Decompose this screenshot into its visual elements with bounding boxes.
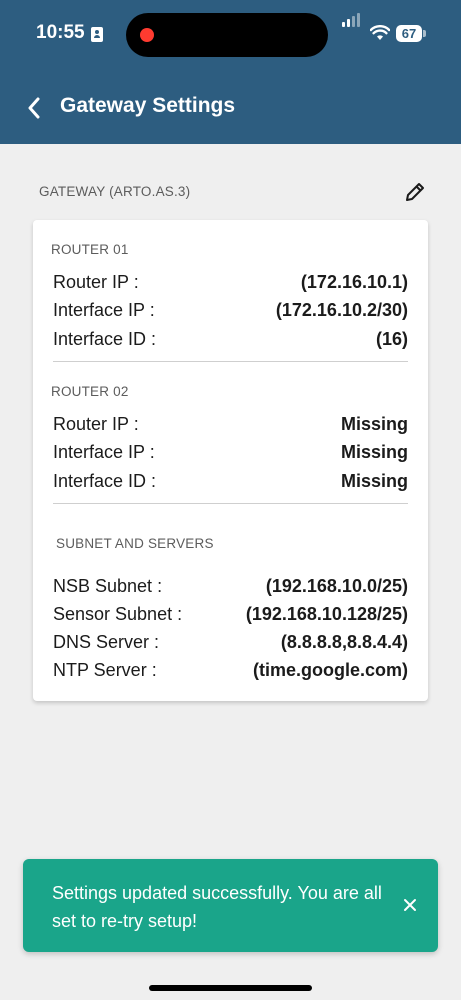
toast-message: Settings updated successfully. You are a… bbox=[52, 883, 382, 931]
interface-id-row: Interface ID : (16) bbox=[53, 327, 408, 351]
row-label: Interface ID : bbox=[53, 471, 157, 491]
status-time: 10:55 bbox=[36, 22, 85, 43]
row-value: (172.16.10.2/30) bbox=[275, 300, 408, 320]
person-card-icon bbox=[91, 27, 103, 42]
row-label: DNS Server : bbox=[53, 632, 160, 652]
sensor-subnet-row: Sensor Subnet : (192.168.10.128/25) bbox=[53, 602, 408, 626]
divider bbox=[53, 503, 408, 504]
group-title: ROUTER 02 bbox=[51, 384, 129, 399]
battery-tip bbox=[423, 30, 426, 37]
router-ip-row: Router IP : Missing bbox=[53, 412, 408, 436]
page-title: Gateway Settings bbox=[60, 94, 236, 117]
gateway-settings-card: ROUTER 01 Router IP : (172.16.10.1) Inte… bbox=[33, 220, 428, 701]
row-label: Router IP : bbox=[53, 272, 139, 292]
edit-button[interactable] bbox=[403, 180, 427, 204]
app-header: 10:55 67 Gateway Settings bbox=[0, 0, 461, 144]
row-value: (172.16.10.1) bbox=[300, 272, 408, 292]
back-button[interactable] bbox=[22, 94, 46, 122]
row-label: Sensor Subnet : bbox=[53, 604, 183, 624]
wifi-icon bbox=[369, 25, 391, 46]
row-label: Interface IP : bbox=[53, 300, 155, 320]
nsb-subnet-row: NSB Subnet : (192.168.10.0/25) bbox=[53, 574, 408, 598]
close-icon bbox=[404, 899, 416, 911]
interface-id-row: Interface ID : Missing bbox=[53, 469, 408, 493]
dns-server-row: DNS Server : (8.8.8.8,8.8.4.4) bbox=[53, 630, 408, 654]
battery-level: 67 bbox=[396, 25, 422, 42]
row-label: Interface IP : bbox=[53, 442, 155, 462]
gateway-section-label: GATEWAY (ARTO.AS.3) bbox=[39, 184, 191, 199]
divider bbox=[53, 361, 408, 362]
row-value: (time.google.com) bbox=[252, 660, 408, 680]
group-title: ROUTER 01 bbox=[51, 242, 129, 257]
row-value: Missing bbox=[340, 471, 408, 491]
row-label: Router IP : bbox=[53, 414, 139, 434]
row-value: (8.8.8.8,8.8.4.4) bbox=[280, 632, 408, 652]
row-label: Interface ID : bbox=[53, 329, 157, 349]
interface-ip-row: Interface IP : Missing bbox=[53, 440, 408, 464]
row-label: NTP Server : bbox=[53, 660, 157, 680]
router-ip-row: Router IP : (172.16.10.1) bbox=[53, 270, 408, 294]
success-toast: Settings updated successfully. You are a… bbox=[23, 859, 438, 952]
interface-ip-row: Interface IP : (172.16.10.2/30) bbox=[53, 298, 408, 322]
pencil-icon bbox=[406, 183, 424, 201]
dynamic-island bbox=[126, 13, 328, 57]
recording-dot-icon bbox=[140, 28, 154, 42]
home-indicator[interactable] bbox=[149, 985, 312, 991]
row-value: (192.168.10.128/25) bbox=[245, 604, 408, 624]
toast-close-button[interactable] bbox=[399, 894, 421, 916]
chevron-left-icon bbox=[28, 97, 40, 119]
row-value: (16) bbox=[375, 329, 408, 349]
group-title: SUBNET AND SERVERS bbox=[56, 536, 214, 551]
row-value: Missing bbox=[340, 414, 408, 434]
row-value: (192.168.10.0/25) bbox=[265, 576, 408, 596]
row-label: NSB Subnet : bbox=[53, 576, 163, 596]
ntp-server-row: NTP Server : (time.google.com) bbox=[53, 658, 408, 682]
row-value: Missing bbox=[340, 442, 408, 462]
